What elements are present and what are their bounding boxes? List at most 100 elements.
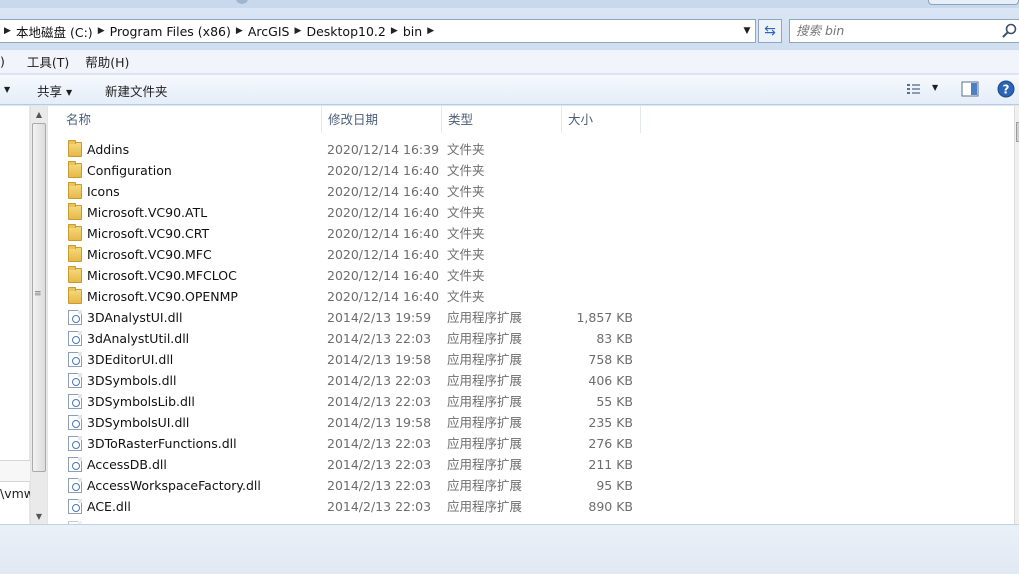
table-row[interactable]: 3DSymbolsLib.dll 2014/2/13 22:03 应用程序扩展 55 … (48, 391, 648, 412)
table-row[interactable]: 3DSymbolsUI.dll 2014/2/13 19:58 应用程序扩展 235 … (48, 412, 648, 433)
help-icon[interactable]: ? (997, 80, 1015, 98)
folder-icon (68, 182, 82, 199)
breadcrumb-arrow-icon[interactable]: ▶ (390, 20, 399, 42)
refresh-icon[interactable]: ⇆ (758, 19, 782, 43)
scrollbar-grip-icon: ≡ (34, 289, 42, 299)
file-name[interactable]: Microsoft.VC90.CRT (87, 223, 209, 244)
file-name[interactable]: AccessWorkspaceFactory.dll (87, 475, 261, 496)
column-header-size[interactable]: 大小 (562, 106, 641, 133)
table-row[interactable]: 3DToRasterFunctions.dll 2014/2/13 22:03 应用… (48, 433, 648, 454)
file-date: 2014/2/13 22:03 (327, 478, 432, 493)
file-name[interactable]: 3DSymbolsLib.dll (87, 391, 195, 412)
share-label: 共享 (37, 84, 63, 99)
window-controls[interactable] (928, 0, 1019, 5)
table-row[interactable]: 3DSymbols.dll 2014/2/13 22:03 应用程序扩展 406 KB (48, 370, 648, 391)
organize-dropdown-icon[interactable]: ▼ (0, 81, 10, 96)
view-dropdown-icon[interactable]: ▼ (932, 83, 938, 92)
address-dropdown-icon[interactable]: ▼ (739, 20, 755, 42)
breadcrumb-desktop[interactable]: Desktop10.2 (306, 20, 385, 42)
breadcrumb-arrow-icon[interactable]: ▶ (426, 20, 435, 42)
breadcrumb-bin[interactable]: bin (403, 20, 422, 42)
file-type: 应用程序扩展 (447, 352, 523, 367)
preview-pane-icon[interactable] (961, 81, 979, 97)
table-row[interactable]: Configuration 2020/12/14 16:40 文件夹 (48, 160, 648, 181)
file-name[interactable]: Microsoft.VC90.ATL (87, 202, 207, 223)
file-type: 文件夹 (447, 268, 485, 283)
menu-item-tools[interactable]: 工具(T) (27, 52, 69, 71)
file-name[interactable]: Configuration (87, 160, 172, 181)
file-list[interactable]: 名称 ˄ 修改日期 类型 大小 Addins 2020/12/14 16:39 文件… (48, 106, 1014, 524)
breadcrumb-arrow-icon[interactable]: ▶ (3, 20, 12, 42)
file-type: 应用程序扩展 (447, 436, 523, 451)
breadcrumb-arrow-icon[interactable]: ▶ (235, 20, 244, 42)
navigation-pane-selected-item[interactable] (0, 460, 30, 482)
file-type: 文件夹 (447, 184, 485, 199)
table-row[interactable]: 3dAnalystUtil.dll 2014/2/13 22:03 应用程序扩展 83… (48, 328, 648, 349)
table-row[interactable]: Icons 2020/12/14 16:40 文件夹 (48, 181, 648, 202)
file-name[interactable]: Microsoft.VC90.MFCLOC (87, 265, 237, 286)
table-row[interactable]: Microsoft.VC90.OPENMP 2020/12/14 16:40 文件夹 (48, 286, 648, 307)
table-row[interactable]: 3DEditorUI.dll 2014/2/13 19:58 应用程序扩展 758 K… (48, 349, 648, 370)
menu-item-help-fragment[interactable]: ) (0, 54, 5, 69)
file-name[interactable]: 3DAnalystUI.dll (87, 307, 182, 328)
dll-icon (68, 352, 82, 367)
file-name[interactable]: 3DSymbols.dll (87, 370, 177, 391)
file-size: 235 KB (588, 415, 633, 430)
column-header-name[interactable]: 名称 (60, 106, 322, 133)
scroll-up-icon[interactable]: ▲ (31, 106, 47, 122)
share-button[interactable]: 共享 ▼ (37, 81, 72, 100)
dll-icon (68, 436, 82, 451)
file-date: 2014/2/13 22:03 (327, 394, 432, 409)
search-box[interactable] (789, 19, 1019, 43)
file-name[interactable]: 3DToRasterFunctions.dll (87, 433, 237, 454)
breadcrumb-local-disk[interactable]: 本地磁盘 (C:) (16, 20, 93, 42)
breadcrumb-arcgis[interactable]: ArcGIS (248, 20, 290, 42)
file-date: 2020/12/14 16:40 (327, 268, 440, 283)
file-type: 应用程序扩展 (447, 331, 523, 346)
file-name[interactable]: Icons (87, 181, 120, 202)
table-row[interactable]: ACE.dll 2014/2/13 22:03 应用程序扩展 890 KB (48, 496, 648, 517)
table-row[interactable]: Microsoft.VC90.ATL 2020/12/14 16:40 文件夹 (48, 202, 648, 223)
file-name[interactable]: 3DEditorUI.dll (87, 349, 173, 370)
table-row[interactable]: Microsoft.VC90.CRT 2020/12/14 16:40 文件夹 (48, 223, 648, 244)
file-list-scrollbar[interactable] (1014, 106, 1019, 524)
folder-icon (68, 266, 82, 283)
file-type: 文件夹 (447, 142, 485, 157)
file-date: 2020/12/14 16:40 (327, 226, 440, 241)
file-name[interactable]: AccessDB.dll (87, 454, 167, 475)
search-input[interactable] (796, 23, 996, 38)
navigation-pane-path[interactable]: \vmw (0, 486, 30, 501)
table-row[interactable]: Addins 2020/12/14 16:39 文件夹 (48, 139, 648, 160)
column-header-type[interactable]: 类型 (442, 106, 562, 133)
table-row[interactable]: Microsoft.VC90.MFC 2020/12/14 16:40 文件夹 (48, 244, 648, 265)
file-name[interactable]: Microsoft.VC90.MFC (87, 244, 212, 265)
file-name[interactable]: Microsoft.VC90.OPENMP (87, 286, 238, 307)
table-row[interactable]: AccessWorkspaceFactory.dll 2014/2/13 22:0… (48, 475, 648, 496)
menu-item-help[interactable]: 帮助(H) (85, 52, 129, 71)
dll-icon (68, 478, 82, 493)
file-size: 276 KB (588, 436, 633, 451)
file-type: 应用程序扩展 (447, 457, 523, 472)
navigation-pane-scrollbar[interactable]: ▲ ≡ ▼ (30, 106, 47, 524)
scroll-down-icon[interactable]: ▼ (31, 508, 47, 524)
breadcrumb-program-files[interactable]: Program Files (x86) (110, 20, 231, 42)
file-type: 文件夹 (447, 247, 485, 262)
breadcrumb-arrow-icon[interactable]: ▶ (293, 20, 302, 42)
file-name[interactable]: 3dAnalystUtil.dll (87, 328, 189, 349)
file-rows: Addins 2020/12/14 16:39 文件夹 Configuration 20… (48, 139, 648, 517)
file-name[interactable]: 3DSymbolsUI.dll (87, 412, 189, 433)
file-name[interactable]: Addins (87, 139, 129, 160)
address-bar[interactable]: ▶ 本地磁盘 (C:) ▶ Program Files (x86) ▶ ArcG… (0, 19, 756, 43)
search-icon[interactable] (1000, 22, 1018, 40)
file-date: 2014/2/13 22:03 (327, 457, 432, 472)
column-header-date[interactable]: 修改日期 (322, 106, 442, 133)
file-type: 文件夹 (447, 289, 485, 304)
folder-icon (68, 161, 82, 178)
table-row[interactable]: Microsoft.VC90.MFCLOC 2020/12/14 16:40 文件夹 (48, 265, 648, 286)
table-row[interactable]: AccessDB.dll 2014/2/13 22:03 应用程序扩展 211 KB (48, 454, 648, 475)
file-name[interactable]: ACE.dll (87, 496, 131, 517)
new-folder-button[interactable]: 新建文件夹 (105, 81, 168, 100)
table-row[interactable]: 3DAnalystUI.dll 2014/2/13 19:59 应用程序扩展 1,85… (48, 307, 648, 328)
breadcrumb-arrow-icon[interactable]: ▶ (97, 20, 106, 42)
view-details-icon[interactable] (907, 83, 923, 96)
